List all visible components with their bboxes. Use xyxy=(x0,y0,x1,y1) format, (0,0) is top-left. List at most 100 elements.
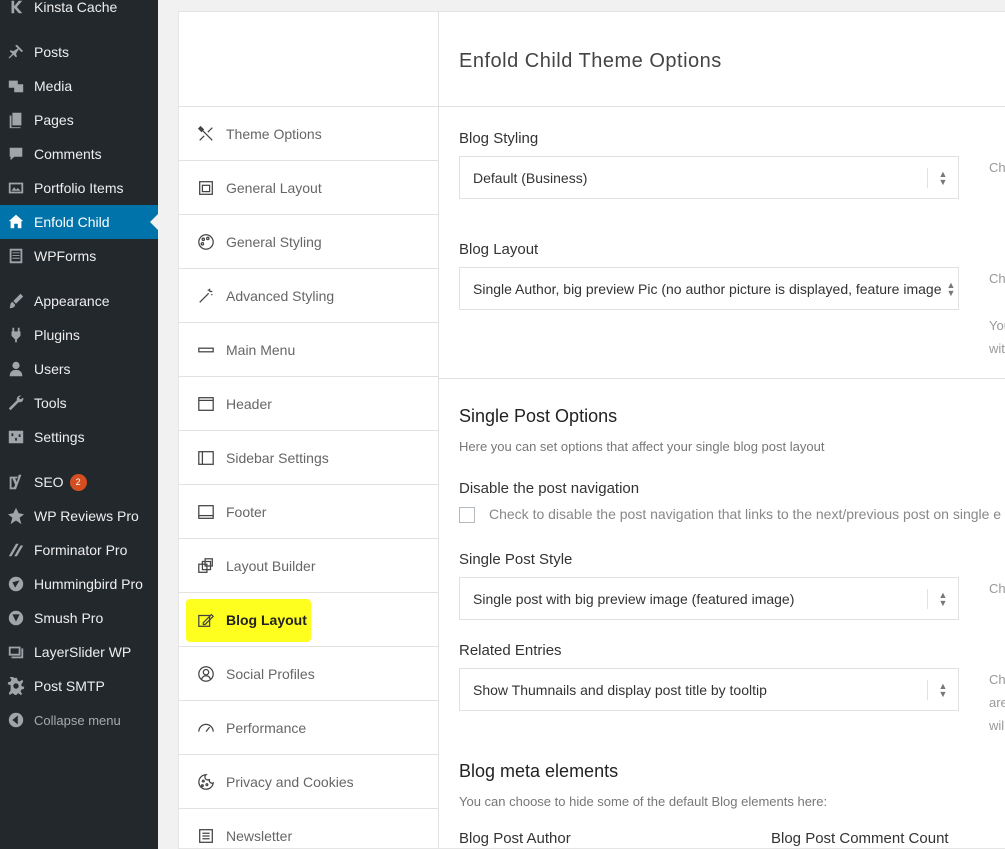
menu-label: Post SMTP xyxy=(34,678,105,694)
options-tab-main-menu[interactable]: Main Menu xyxy=(179,323,438,377)
section-title: Single Post Options xyxy=(459,406,618,426)
options-tab-header[interactable]: Header xyxy=(179,377,438,431)
blog-post-comment-count-label: Blog Post Comment Count xyxy=(771,830,949,847)
menu-item-users[interactable]: Users xyxy=(0,352,158,386)
social-icon xyxy=(196,664,216,684)
options-nav-header xyxy=(179,12,438,107)
layers-icon xyxy=(6,642,26,662)
cookie-icon xyxy=(196,772,216,792)
menu-item-smush-pro[interactable]: Smush Pro xyxy=(0,601,158,635)
palette-icon xyxy=(196,232,216,252)
menu-item-hummingbird-pro[interactable]: Hummingbird Pro xyxy=(0,567,158,601)
disable-nav-label: Disable the post navigation xyxy=(459,480,640,497)
menu-item-pages[interactable]: Pages xyxy=(0,103,158,137)
menu-label: Pages xyxy=(34,112,74,128)
options-tab-social-profiles[interactable]: Social Profiles xyxy=(179,647,438,701)
select-arrows-icon: ▲ ▼ xyxy=(944,279,958,299)
options-header: Enfold Child Theme Options xyxy=(439,12,1005,107)
portfolio-icon xyxy=(6,178,26,198)
options-tab-general-styling[interactable]: General Styling xyxy=(179,215,438,269)
related-entries-label: Related Entries xyxy=(459,642,562,659)
options-tab-theme-options[interactable]: Theme Options xyxy=(179,107,438,161)
options-tab-sidebar-settings[interactable]: Sidebar Settings xyxy=(179,431,438,485)
options-tab-advanced-styling[interactable]: Advanced Styling xyxy=(179,269,438,323)
blog-styling-select[interactable]: Default (Business) ▲ ▼ xyxy=(459,156,959,199)
brush-icon xyxy=(6,291,26,311)
side-help-text: Ch xyxy=(989,672,1005,687)
menu-item-kinsta-cache[interactable]: Kinsta Cache xyxy=(0,0,158,24)
menu-item-tools[interactable]: Tools xyxy=(0,386,158,420)
menu-item-forminator-pro[interactable]: Forminator Pro xyxy=(0,533,158,567)
wrench-icon xyxy=(6,393,26,413)
menu-label: Hummingbird Pro xyxy=(34,576,143,592)
section-description: Here you can set options that affect you… xyxy=(459,439,825,454)
options-tab-layout-builder[interactable]: Layout Builder xyxy=(179,539,438,593)
blog-edit-icon xyxy=(196,610,216,630)
menu-label: WP Reviews Pro xyxy=(34,508,139,524)
menu-item-portfolio-items[interactable]: Portfolio Items xyxy=(0,171,158,205)
media-icon xyxy=(6,76,26,96)
menu-item-comments[interactable]: Comments xyxy=(0,137,158,171)
footer-icon xyxy=(196,502,216,522)
star-icon xyxy=(6,506,26,526)
menu-item-media[interactable]: Media xyxy=(0,69,158,103)
menu-item-wpforms[interactable]: WPForms xyxy=(0,239,158,273)
header-icon xyxy=(196,394,216,414)
smush-icon xyxy=(6,608,26,628)
options-nav: Theme Options General Layout General Sty… xyxy=(179,12,439,848)
options-tab-privacy-and-cookies[interactable]: Privacy and Cookies xyxy=(179,755,438,809)
menu-label: SEO xyxy=(34,474,64,490)
options-tab-label: Performance xyxy=(226,719,307,736)
pages-icon xyxy=(6,110,26,130)
single-post-style-select[interactable]: Single post with big preview image (feat… xyxy=(459,577,959,620)
menu-item-settings[interactable]: Settings xyxy=(0,420,158,454)
menu-label: Collapse menu xyxy=(34,712,121,728)
hummingbird-icon xyxy=(6,574,26,594)
menu-item-wp-reviews-pro[interactable]: WP Reviews Pro xyxy=(0,499,158,533)
menu-item-post-smtp[interactable]: Post SMTP xyxy=(0,669,158,703)
user-icon xyxy=(6,359,26,379)
options-tab-blog-layout[interactable]: Blog Layout xyxy=(179,593,438,647)
select-value: Show Thumnails and display post title by… xyxy=(473,681,767,698)
related-entries-select[interactable]: Show Thumnails and display post title by… xyxy=(459,668,959,711)
side-help-text: Ch xyxy=(989,581,1005,596)
menu-label: Comments xyxy=(34,146,102,162)
menu-label: Forminator Pro xyxy=(34,542,128,558)
menu-label: LayerSlider WP xyxy=(34,644,132,660)
collapse-menu-button[interactable]: Collapse menu xyxy=(0,703,158,737)
menu-item-appearance[interactable]: Appearance xyxy=(0,284,158,318)
disable-nav-checkbox-text: Check to disable the post navigation tha… xyxy=(489,506,1002,522)
menu-item-seo[interactable]: SEO 2 xyxy=(0,465,158,499)
menu-label: Tools xyxy=(34,395,67,411)
blog-layout-select[interactable]: Single Author, big preview Pic (no autho… xyxy=(459,267,959,310)
options-tab-newsletter[interactable]: Newsletter xyxy=(179,809,438,848)
gauge-icon xyxy=(196,718,216,738)
menu-item-layerslider-wp[interactable]: LayerSlider WP xyxy=(0,635,158,669)
gear-icon xyxy=(6,676,26,696)
menu-item-plugins[interactable]: Plugins xyxy=(0,318,158,352)
side-help-text: wil xyxy=(989,718,1005,733)
menu-label: WPForms xyxy=(34,248,97,264)
menu-item-enfold-child[interactable]: Enfold Child xyxy=(0,205,158,239)
menu-item-posts[interactable]: Posts xyxy=(0,35,158,69)
menu-label: Kinsta Cache xyxy=(34,0,118,15)
options-tab-label: Newsletter xyxy=(226,827,293,844)
select-value: Default (Business) xyxy=(473,169,588,186)
options-tab-label: Footer xyxy=(226,503,267,520)
forms-icon xyxy=(6,246,26,266)
options-tab-label: Privacy and Cookies xyxy=(226,773,354,790)
options-tab-general-layout[interactable]: General Layout xyxy=(179,161,438,215)
magic-wand-icon xyxy=(196,286,216,306)
collapse-icon xyxy=(6,710,26,730)
page-title: Enfold Child Theme Options xyxy=(459,50,722,72)
menu-label: Smush Pro xyxy=(34,610,104,626)
options-tab-footer[interactable]: Footer xyxy=(179,485,438,539)
options-tab-label: Header xyxy=(226,395,272,412)
disable-nav-checkbox[interactable] xyxy=(459,507,475,523)
options-tab-performance[interactable]: Performance xyxy=(179,701,438,755)
select-arrows-icon: ▲ ▼ xyxy=(927,589,958,609)
forminator-icon xyxy=(6,540,26,560)
plugin-icon xyxy=(6,325,26,345)
menu-label: Portfolio Items xyxy=(34,180,124,196)
wp-admin-sidebar: Kinsta Cache Posts Media Pages Comments … xyxy=(0,0,158,849)
